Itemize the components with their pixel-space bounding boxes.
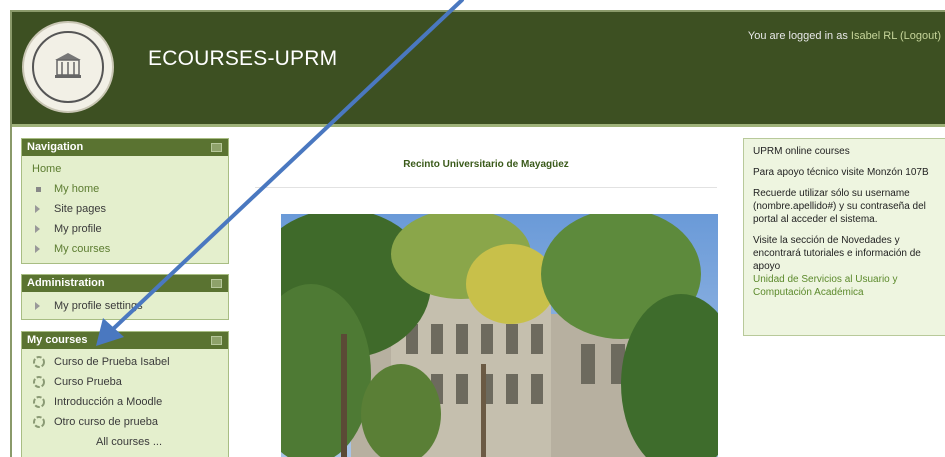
arrow-bullet-icon <box>35 245 40 253</box>
my-courses-block: My courses Curso de Prueba Isabel Curso … <box>21 331 229 457</box>
course-icon <box>33 356 45 368</box>
course-item[interactable]: Curso de Prueba Isabel <box>22 352 228 372</box>
collapse-toggle-icon[interactable] <box>211 336 222 345</box>
collapse-toggle-icon[interactable] <box>211 143 222 152</box>
page-frame: ECOURSES-UPRM You are logged in as Isabe… <box>10 10 945 457</box>
course-label: Curso Prueba <box>54 376 122 388</box>
info-services-link[interactable]: Unidad de Servicios al Usuario y Computa… <box>753 274 898 298</box>
course-item[interactable]: Curso Prueba <box>22 372 228 392</box>
info-support-text: Para apoyo técnico visite Monzón 107B <box>753 167 929 178</box>
user-profile-link[interactable]: Isabel RL <box>851 30 897 42</box>
square-bullet-icon <box>36 187 41 192</box>
navigation-block-header: Navigation <box>22 139 228 156</box>
arrow-bullet-icon <box>35 205 40 213</box>
campus-photo <box>281 214 718 457</box>
center-title: Recinto Universitario de Mayagüez <box>403 159 569 170</box>
info-block: UPRM online courses Para apoyo técnico v… <box>743 138 945 336</box>
navigation-block-title: Navigation <box>27 141 84 153</box>
nav-site-pages[interactable]: Site pages <box>22 199 228 219</box>
nav-my-courses[interactable]: My courses <box>22 239 228 259</box>
divider <box>255 187 717 188</box>
nav-my-home-label: My home <box>54 183 100 195</box>
administration-block: Administration My profile settings <box>21 274 229 320</box>
course-label: Otro curso de prueba <box>54 416 158 428</box>
nav-my-profile-label: My profile <box>54 223 102 235</box>
course-item[interactable]: Otro curso de prueba <box>22 412 228 432</box>
all-courses-link[interactable]: All courses ... <box>22 432 228 452</box>
seal-building-icon <box>55 53 81 78</box>
navigation-block: Navigation Home My home Site pages My pr… <box>21 138 229 264</box>
nav-my-profile[interactable]: My profile <box>22 219 228 239</box>
my-courses-block-header: My courses <box>22 332 228 349</box>
page-header: ECOURSES-UPRM You are logged in as Isabe… <box>12 12 945 127</box>
course-icon <box>33 376 45 388</box>
admin-profile-settings-label: My profile settings <box>54 300 143 312</box>
info-news-text: Visite la sección de Novedades y encontr… <box>753 235 921 272</box>
administration-block-title: Administration <box>27 277 105 289</box>
course-label: Introducción a Moodle <box>54 396 163 408</box>
nav-home[interactable]: Home <box>22 159 228 179</box>
logout-link[interactable]: (Logout) <box>900 30 941 42</box>
course-label: Curso de Prueba Isabel <box>54 356 170 368</box>
admin-profile-settings[interactable]: My profile settings <box>22 296 228 316</box>
campus-photo-image <box>281 214 718 457</box>
nav-my-home[interactable]: My home <box>22 179 228 199</box>
login-prefix: You are logged in as <box>747 30 848 42</box>
administration-block-header: Administration <box>22 275 228 292</box>
course-icon <box>33 416 45 428</box>
university-seal-logo[interactable] <box>22 21 114 113</box>
my-courses-block-title: My courses <box>27 334 88 346</box>
info-username-text: Recuerde utilizar sólo su username (nomb… <box>753 188 926 225</box>
info-block-title: UPRM online courses <box>753 146 850 157</box>
site-title[interactable]: ECOURSES-UPRM <box>148 47 337 71</box>
course-item[interactable]: Introducción a Moodle <box>22 392 228 412</box>
collapse-toggle-icon[interactable] <box>211 279 222 288</box>
arrow-bullet-icon <box>35 302 40 310</box>
login-info: You are logged in as Isabel RL (Logout) <box>748 30 941 42</box>
nav-my-courses-label: My courses <box>54 243 111 255</box>
nav-site-pages-label: Site pages <box>54 203 106 215</box>
course-icon <box>33 396 45 408</box>
arrow-bullet-icon <box>35 225 40 233</box>
